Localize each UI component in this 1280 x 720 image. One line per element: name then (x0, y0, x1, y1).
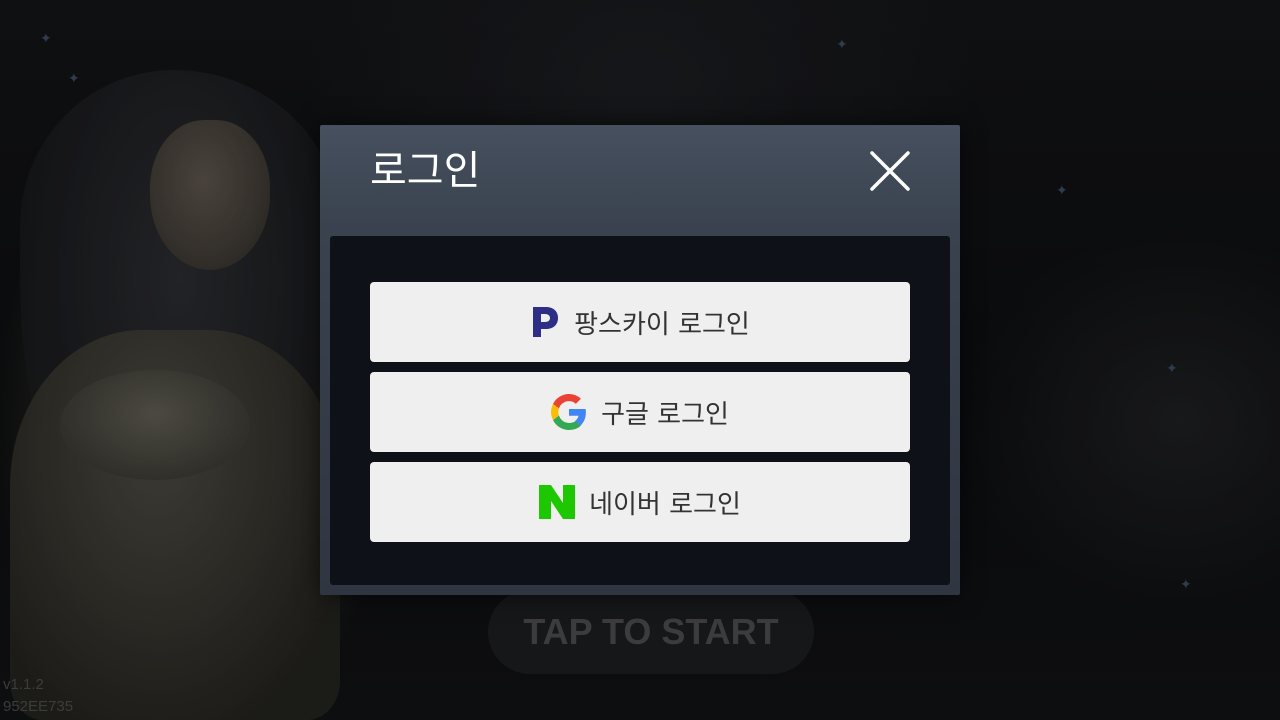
pangsky-login-label: 팡스카이 로그인 (574, 309, 750, 340)
close-icon (870, 151, 910, 191)
dialog-title: 로그인 (370, 148, 481, 194)
login-options-panel: 팡스카이 로그인 구글 로그인 네이버 로그인 (330, 236, 950, 585)
google-login-label: 구글 로그인 (601, 399, 729, 430)
naver-n-icon (539, 485, 576, 519)
naver-login-label: 네이버 로그인 (589, 489, 741, 520)
google-g-icon (551, 394, 587, 430)
close-button[interactable] (866, 147, 914, 195)
pangsky-login-button[interactable]: 팡스카이 로그인 (370, 282, 910, 362)
pangsky-p-icon (530, 304, 560, 340)
login-dialog: 로그인 팡스카이 로그인 구글 로그인 네이버 로그인 (320, 125, 960, 595)
game-screen[interactable]: ✦ ✦ ✦ ✦ ✦ ✦ TAP TO START v1.1.2 952EE735… (0, 0, 1280, 720)
google-login-button[interactable]: 구글 로그인 (370, 372, 910, 452)
naver-login-button[interactable]: 네이버 로그인 (370, 462, 910, 542)
